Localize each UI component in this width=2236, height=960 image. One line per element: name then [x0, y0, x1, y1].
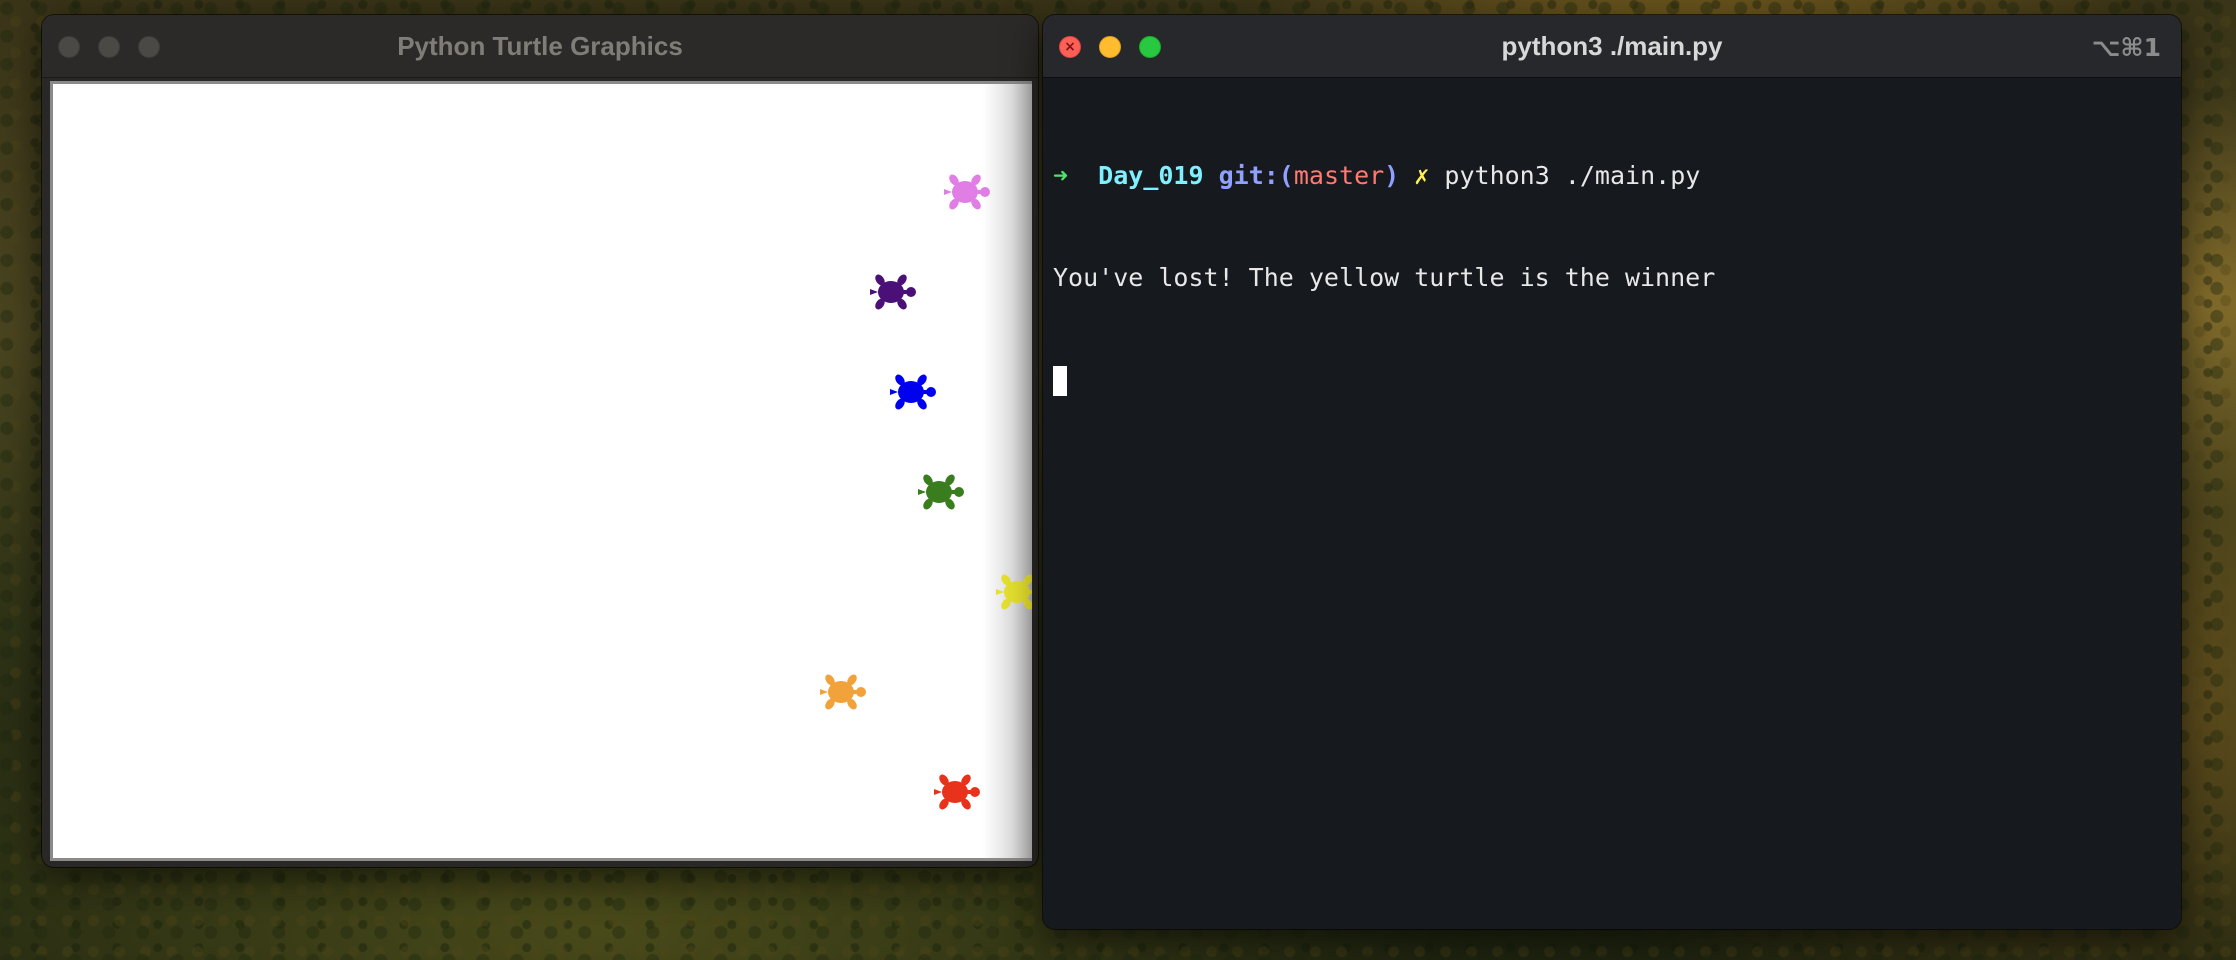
terminal-output[interactable]: ➜ Day_019 git:(master) ✗ python3 ./main.…: [1053, 77, 2181, 929]
prompt-git-branch: master: [1293, 161, 1385, 190]
tab-shortcut-label: ⌥⌘1: [2091, 33, 2161, 62]
turtle-orange-icon: [820, 674, 866, 710]
maximize-button[interactable]: [1139, 36, 1161, 58]
prompt-git-close: ): [1384, 161, 1400, 190]
turtle-red-icon: [934, 774, 980, 810]
turtle-window-body: [50, 81, 1032, 861]
maximize-button[interactable]: [138, 36, 160, 58]
window-title: python3 ./main.py: [1501, 30, 1723, 61]
turtle-blue-icon: [890, 374, 936, 410]
window-title: Python Turtle Graphics: [397, 30, 683, 61]
close-icon: ×: [1064, 39, 1076, 55]
turtle-window-controls: [58, 36, 160, 58]
minimize-button[interactable]: [98, 36, 120, 58]
prompt-command: python3 ./main.py: [1444, 161, 1701, 190]
close-button[interactable]: ×: [1059, 36, 1081, 58]
minimize-button[interactable]: [1099, 36, 1121, 58]
cursor-line: [1053, 363, 2181, 397]
close-button[interactable]: [58, 36, 80, 58]
terminal-titlebar[interactable]: × python3 ./main.py ⌥⌘1: [1043, 15, 2181, 78]
turtle-green-icon: [918, 474, 964, 510]
prompt-dirty-marker: ✗: [1414, 161, 1430, 190]
terminal-window[interactable]: × python3 ./main.py ⌥⌘1 ➜ Day_019 git:(m…: [1043, 15, 2181, 929]
prompt-arrow-icon: ➜: [1053, 161, 1069, 190]
text-cursor: [1053, 366, 1067, 396]
turtle-yellow-icon: [996, 574, 1032, 610]
turtle-indigo-icon: [870, 274, 916, 310]
turtle-window-titlebar[interactable]: Python Turtle Graphics: [42, 15, 1038, 78]
prompt-directory: Day_019: [1098, 161, 1204, 190]
terminal-window-controls: ×: [1059, 36, 1161, 58]
output-line: You've lost! The yellow turtle is the wi…: [1053, 263, 1716, 292]
prompt-git-label: git:(: [1218, 161, 1294, 190]
turtle-graphics-window[interactable]: Python Turtle Graphics: [42, 15, 1038, 867]
turtle-violet-icon: [944, 174, 990, 210]
turtle-canvas[interactable]: [50, 81, 1032, 861]
prompt-line: ➜ Day_019 git:(master) ✗ python3 ./main.…: [1053, 159, 2181, 193]
